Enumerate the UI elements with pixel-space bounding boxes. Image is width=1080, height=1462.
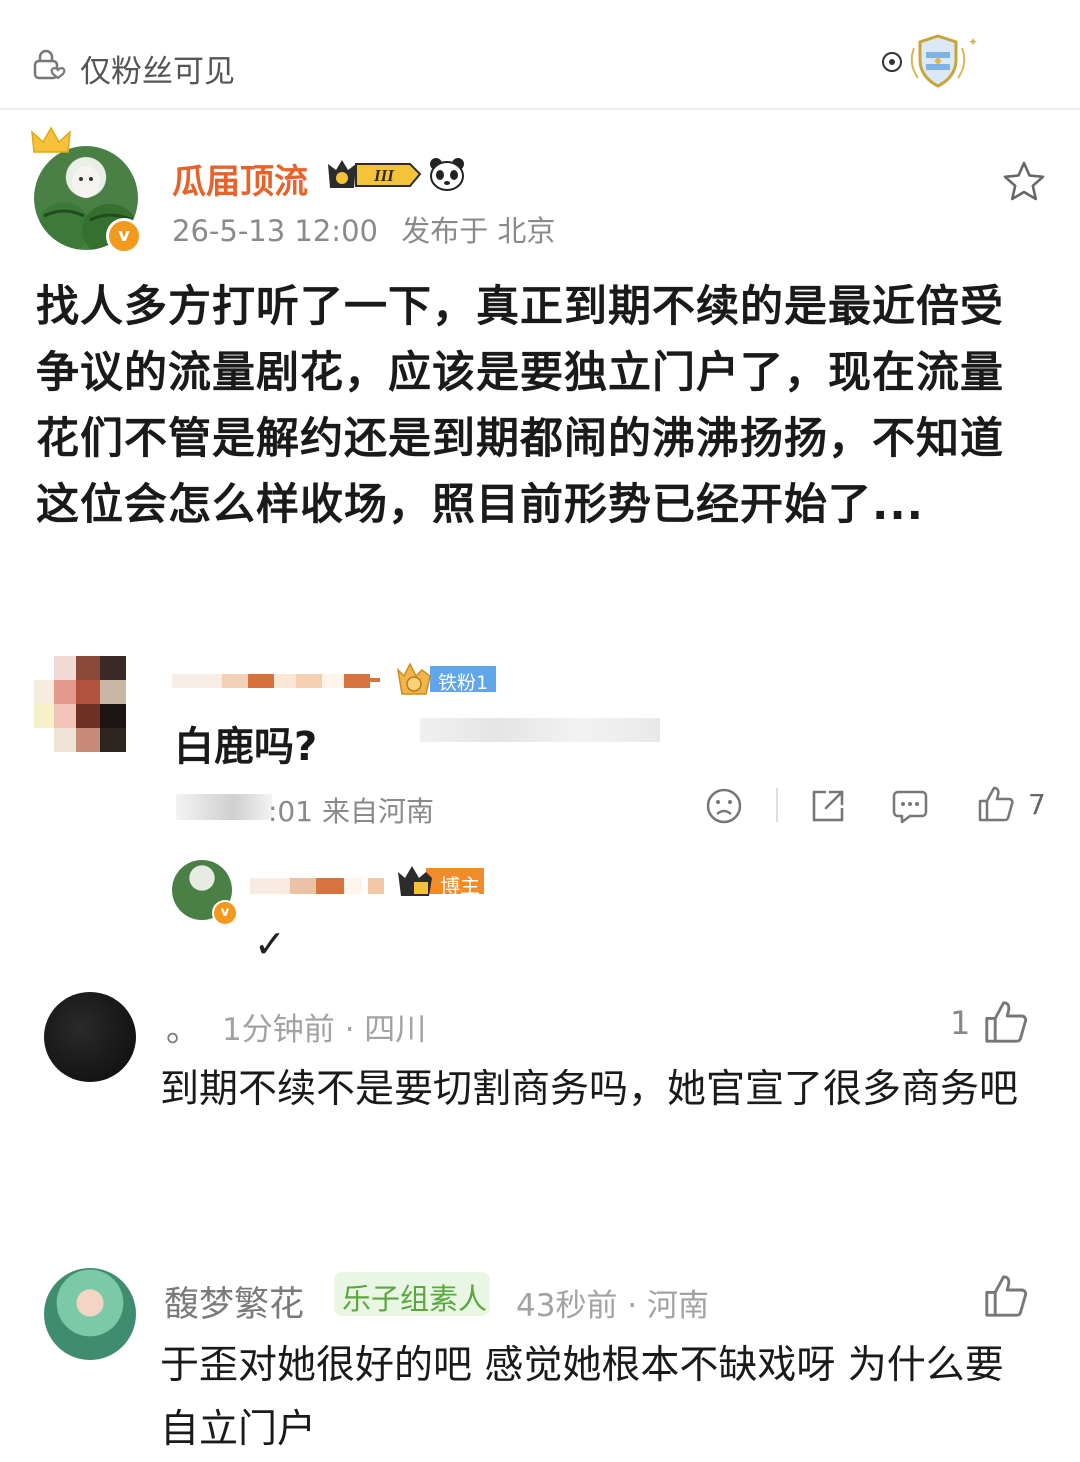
divider <box>776 788 778 822</box>
blurred-text <box>420 718 660 742</box>
author-name[interactable]: 瓜届顶流 <box>172 154 308 203</box>
host-label: 博主 <box>440 874 480 898</box>
commenter-avatar[interactable] <box>44 992 136 1082</box>
commenter-name-blurred[interactable] <box>172 668 382 694</box>
comment-meta: :01 来自河南 <box>268 795 434 828</box>
football-shield-badge-icon: ✦ <box>882 34 978 88</box>
commenter-avatar[interactable] <box>44 1268 136 1360</box>
verified-badge: v <box>106 218 142 254</box>
share-icon[interactable] <box>808 786 848 826</box>
favorite-star-icon[interactable] <box>1002 160 1046 202</box>
comment-text: 到期不续不是要切割商务吗，她官宣了很多商务吧 <box>160 1067 1019 1112</box>
fan-level-label: 铁粉1 <box>438 672 489 694</box>
commenter-avatar-blurred[interactable] <box>34 656 138 752</box>
post-location: 发布于 北京 <box>401 214 556 248</box>
svg-text:III: III <box>373 166 395 185</box>
reply-text: ✓ <box>254 922 286 966</box>
comment-text: 于歪对她很好的吧 感觉她根本不缺戏呀 为什么要自立门户 <box>160 1343 1004 1452</box>
like-thumb-icon[interactable] <box>982 1272 1030 1320</box>
dislike-face-icon[interactable] <box>704 786 744 826</box>
like-thumb-icon[interactable] <box>982 998 1030 1046</box>
vip-level-badge-icon: III <box>328 160 422 188</box>
crown-icon <box>31 126 71 153</box>
fans-lock-icon <box>33 49 66 80</box>
commenter-name[interactable]: 馥梦繁花 <box>164 1276 304 1327</box>
visibility-label: 仅粉丝可见 <box>80 54 235 90</box>
commenter-name[interactable]: 。 <box>166 1002 200 1051</box>
post-body: 找人多方打听了一下，真正到期不续的是最近倍受争议的流量剧花，应该是要独立门户了，… <box>36 282 1004 530</box>
reply-name-blurred[interactable] <box>250 874 386 898</box>
like-thumb-icon[interactable] <box>976 784 1016 824</box>
comment-icon[interactable] <box>890 786 930 826</box>
blurred-time <box>176 794 272 820</box>
post-meta: 26-5-13 12:00 发布于 北京 <box>172 208 555 250</box>
verified-badge: v <box>212 900 238 926</box>
post-date: 26-5-13 12:00 <box>172 214 378 248</box>
comment-meta: 43秒前 · 河南 <box>516 1288 710 1324</box>
comment-meta: 1分钟前 · 四川 <box>222 1012 427 1048</box>
like-count: 1 <box>950 1004 971 1042</box>
comment-text: 白鹿吗? <box>174 724 318 770</box>
like-count: 7 <box>1028 788 1046 821</box>
panda-icon <box>430 158 464 191</box>
user-tag-label: 乐子组素人 <box>342 1282 488 1316</box>
svg-text:✦: ✦ <box>968 35 978 49</box>
